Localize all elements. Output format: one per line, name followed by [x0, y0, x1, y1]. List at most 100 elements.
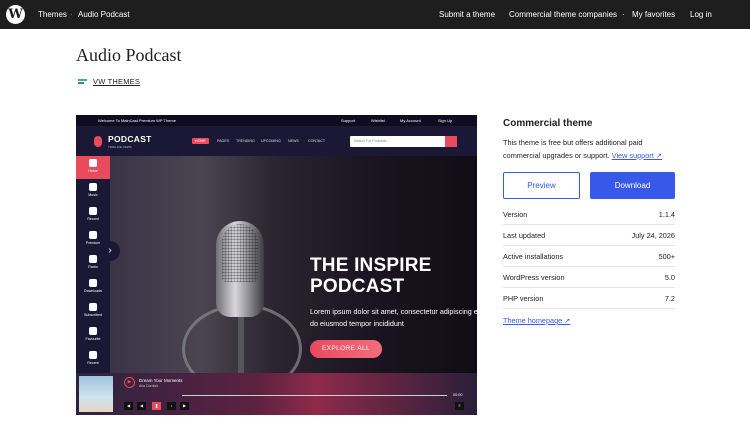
preview-signup: Sign Up: [438, 118, 453, 123]
preview-sidebar-label: Radio: [88, 265, 98, 269]
nav-my-favorites[interactable]: My favorites: [632, 0, 675, 29]
preview-sidebar-record: Record: [76, 204, 110, 227]
preview-support: Support: [341, 118, 356, 123]
meta-row-version: Version 1.1.4: [503, 204, 675, 225]
home-icon: [89, 159, 97, 167]
nav-log-in[interactable]: Log in: [690, 0, 712, 29]
preview-sidebar-home: Home: [76, 156, 110, 179]
meta-value: 5.0: [664, 273, 675, 282]
preview-next-icon: ▶: [180, 402, 189, 410]
nav-commercial-companies[interactable]: Commercial theme companies: [509, 0, 617, 29]
preview-sidebar-label: Downloads: [84, 289, 102, 293]
preview-hero-title-line1: THE INSPIRE: [310, 255, 432, 276]
meta-value: 7.2: [664, 294, 675, 303]
meta-key: WordPress version: [503, 273, 565, 282]
preview-sidebar-label: Recent: [87, 361, 99, 365]
preview-search-icon: [445, 136, 457, 147]
preview-song-title: Dream Your Moments: [139, 378, 183, 383]
meta-value: July 24, 2026: [631, 231, 675, 240]
meta-row-wordpress-version: WordPress version 5.0: [503, 267, 675, 288]
nav-separator: ·: [622, 10, 625, 19]
music-note-icon: [89, 183, 97, 191]
heart-icon: [89, 327, 97, 335]
preview-playlist-icon: ≡: [455, 402, 464, 410]
preview-rewind-icon: ◀: [137, 402, 146, 410]
wordpress-logo-icon[interactable]: W: [6, 5, 25, 24]
meta-key: Last updated: [503, 231, 546, 240]
preview-sidebar-label: Home: [88, 169, 98, 173]
preview-menu-upcoming: UPCOMING: [261, 139, 281, 143]
preview-sidebar-label: Music: [88, 193, 98, 197]
microphone-stand: [238, 316, 244, 376]
breadcrumb-current: Audio Podcast: [78, 10, 130, 19]
nav-submit-theme[interactable]: Submit a theme: [439, 0, 495, 29]
meta-key: PHP version: [503, 294, 544, 303]
preview-sidebar-recent: Recent: [76, 348, 110, 371]
preview-sidebar-label: Subscribed: [84, 313, 102, 317]
preview-song-artist: Ava Cornish: [139, 384, 159, 388]
download-icon: [89, 279, 97, 287]
preview-audio-player: ▶ Dream Your Moments Ava Cornish 00:00 ◀…: [76, 373, 477, 415]
preview-hero-title: THE INSPIRE PODCAST: [310, 255, 432, 297]
meta-row-active-installations: Active installations 500+: [503, 246, 675, 267]
preview-header: PODCAST TIMELINE NEWS HOME PAGES TRENDIN…: [76, 126, 477, 156]
view-support-link[interactable]: View support ↗: [612, 151, 662, 160]
author-logo-icon: [78, 79, 87, 84]
preview-album-thumbnail: [79, 376, 113, 412]
preview-sidebar-subscribed: Subscribed: [76, 300, 110, 323]
microphone-grill: [222, 224, 258, 282]
preview-hero: THE INSPIRE PODCAST Lorem ipsum dolor si…: [110, 156, 477, 394]
preview-menu-home: HOME: [192, 138, 209, 144]
preview-welcome-text: Welcome To MainCast Premium WP Theme: [98, 118, 176, 123]
radio-icon: [89, 255, 97, 263]
preview-time: 00:00: [453, 393, 463, 397]
meta-value: 500+: [658, 252, 675, 261]
breadcrumb-themes[interactable]: Themes: [38, 0, 67, 29]
meta-key: Active installations: [503, 252, 564, 261]
preview-sidebar-label: Premium: [85, 241, 101, 245]
preview-menu-contact: CONTACT: [308, 139, 326, 143]
preview-menu-news: NEWS: [288, 139, 299, 143]
preview-menu-trending: TRENDING: [236, 139, 255, 143]
preview-sidebar-music: Music: [76, 180, 110, 203]
author-link[interactable]: VW THEMES: [93, 77, 140, 86]
preview-sidebar-label: Favourite: [85, 337, 101, 341]
theme-screenshot[interactable]: Welcome To MainCast Premium WP Theme Sup…: [76, 115, 477, 415]
diamond-icon: [89, 231, 97, 239]
preview-button[interactable]: Preview: [503, 172, 580, 199]
preview-explore-button: EXPLORE ALL: [310, 340, 382, 358]
preview-account: My Account: [400, 118, 421, 123]
preview-volume-icon: ♪: [167, 402, 176, 410]
meta-value: 1.1.4: [658, 210, 675, 219]
preview-search-box: Search For Podcasts...: [350, 136, 457, 147]
meta-row-last-updated: Last updated July 24, 2026: [503, 225, 675, 246]
preview-wishlist: Wishlist: [371, 118, 385, 123]
preview-sidebar: Home Music Record Premium Radio Download…: [76, 156, 110, 373]
preview-progress-bar: [182, 395, 447, 396]
top-navigation-bar: W Themes · Audio Podcast Submit a theme …: [0, 0, 750, 29]
preview-chevron-right-icon: ›: [100, 241, 120, 261]
preview-menu-pages: PAGES: [217, 139, 230, 143]
preview-pause-icon: ❚: [152, 402, 161, 410]
preview-top-bar: Welcome To MainCast Premium WP Theme Sup…: [76, 115, 477, 126]
history-icon: [89, 351, 97, 359]
bell-icon: [89, 303, 97, 311]
preview-sidebar-label: Record: [87, 217, 99, 221]
preview-sidebar-downloads: Downloads: [76, 276, 110, 299]
breadcrumb-separator: ·: [70, 10, 73, 19]
theme-homepage-link[interactable]: Theme homepage ↗: [503, 316, 570, 325]
preview-prev-icon: ◀: [124, 402, 133, 410]
preview-sidebar-favourite: Favourite: [76, 324, 110, 347]
preview-hero-text: Lorem ipsum dolor sit amet, consectetur …: [310, 307, 477, 328]
meta-key: Version: [503, 210, 528, 219]
page-title: Audio Podcast: [76, 45, 182, 65]
meta-row-php-version: PHP version 7.2: [503, 288, 675, 309]
preview-hero-title-line2: PODCAST: [310, 276, 405, 297]
commercial-theme-heading: Commercial theme: [503, 118, 593, 129]
download-button[interactable]: Download: [590, 172, 675, 199]
record-icon: [89, 207, 97, 215]
preview-microphone-icon: [94, 136, 102, 147]
preview-logo-tagline: TIMELINE NEWS: [108, 145, 132, 149]
preview-play-icon: ▶: [124, 377, 135, 388]
commercial-theme-description: This theme is free but offers additional…: [503, 137, 678, 162]
